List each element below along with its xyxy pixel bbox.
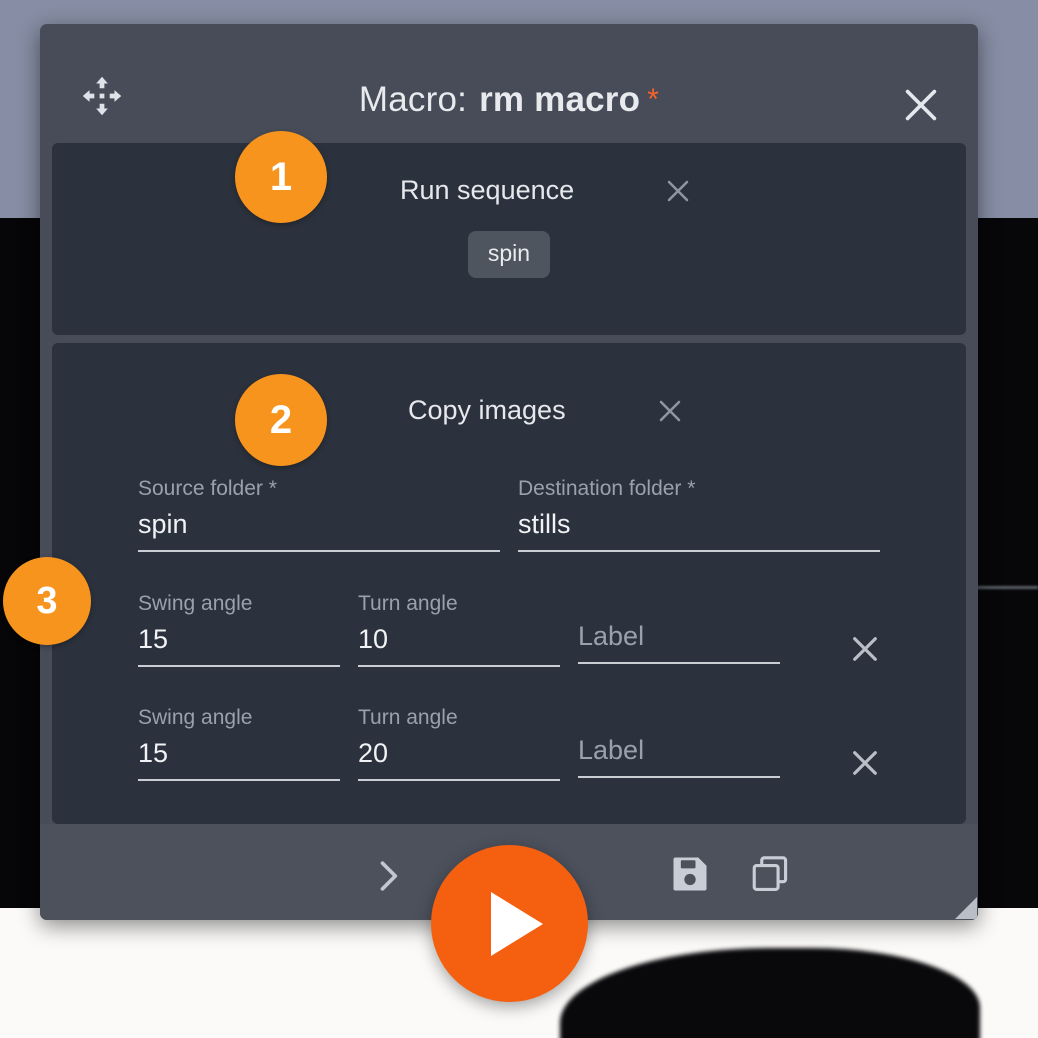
close-icon[interactable] [898, 82, 944, 128]
save-floppy-icon[interactable] [668, 852, 712, 896]
chevron-right-icon[interactable] [366, 854, 410, 898]
source-folder-field: Source folder * spin [138, 477, 500, 552]
turn-angle-label: Turn angle [358, 592, 458, 615]
resize-grip-icon[interactable] [954, 896, 978, 920]
swing-angle-input[interactable]: 15 [138, 738, 340, 781]
destination-folder-field: Destination folder * stills [518, 477, 880, 552]
close-icon[interactable] [660, 173, 696, 209]
destination-folder-input[interactable]: stills [518, 509, 880, 552]
close-icon[interactable] [652, 393, 688, 429]
swing-angle-input[interactable]: 15 [138, 624, 340, 667]
step-card-run-sequence: Run sequence spin [52, 143, 966, 335]
turn-angle-label: Turn angle [358, 706, 458, 729]
step-badge-1: 1 [235, 131, 327, 223]
run-macro-button[interactable] [431, 845, 588, 1002]
turn-angle-field: Turn angle 10 [358, 592, 560, 667]
swing-angle-field: Swing angle 15 [138, 706, 340, 781]
row-label-field: Label [578, 735, 780, 778]
title-macro-name: rm macro [479, 80, 641, 119]
step-badge-2: 2 [235, 374, 327, 466]
row-label-input[interactable]: Label [578, 621, 780, 664]
turn-angle-field: Turn angle 20 [358, 706, 560, 781]
source-folder-label: Source folder * [138, 477, 277, 500]
turn-angle-input[interactable]: 10 [358, 624, 560, 667]
destination-folder-label: Destination folder * [518, 477, 696, 500]
row-label-field: Label [578, 621, 780, 664]
sequence-chip-spin[interactable]: spin [467, 231, 551, 278]
close-icon[interactable] [846, 630, 884, 668]
copy-icon[interactable] [748, 852, 792, 896]
step-2-title: Copy images [408, 395, 566, 425]
dialog-title: Macro: rm macro * [40, 80, 978, 120]
step-1-header: Run sequence [52, 143, 966, 235]
macro-dialog: Macro: rm macro * Run sequence spin Copy i… [40, 24, 978, 920]
swing-angle-label: Swing angle [138, 706, 253, 729]
row-label-input[interactable]: Label [578, 735, 780, 778]
modified-asterisk: * [647, 83, 660, 116]
swing-angle-label: Swing angle [138, 592, 253, 615]
play-icon [490, 891, 543, 956]
step-1-title: Run sequence [400, 175, 575, 205]
source-folder-input[interactable]: spin [138, 509, 500, 552]
close-icon[interactable] [846, 744, 884, 782]
step-2-header: Copy images [52, 343, 966, 435]
swing-angle-field: Swing angle 15 [138, 592, 340, 667]
step-1-sequence-chips: spin [52, 231, 966, 278]
turn-angle-input[interactable]: 20 [358, 738, 560, 781]
step-badge-3: 3 [3, 557, 91, 645]
dialog-titlebar[interactable]: Macro: rm macro * [40, 24, 978, 143]
title-prefix: Macro: [358, 80, 468, 119]
